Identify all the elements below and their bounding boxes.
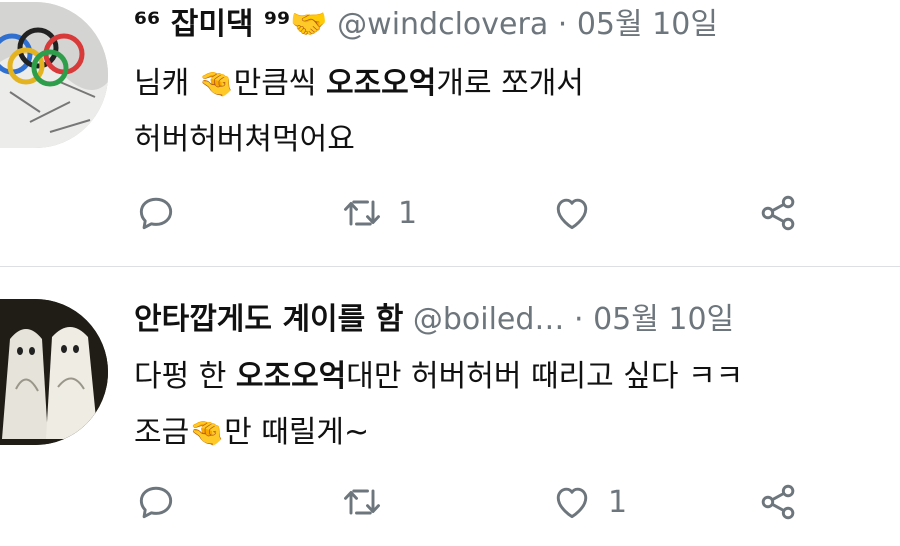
text-segment: 다펑 한 [134,359,236,394]
avatar[interactable] [0,2,108,148]
like-count: 1 [608,484,628,520]
share-icon [761,484,795,520]
text-segment: 만큼씩 [233,66,326,101]
share-button[interactable] [756,185,800,241]
text-segment: 님캐 [134,66,199,101]
retweet-count: 1 [398,195,418,231]
reply-button[interactable] [134,474,178,530]
like-icon [556,487,588,519]
tweet[interactable]: 안타깝게도 계이를 함 @boiled… · 05월 10일 다펑 한 오조오억… [0,267,900,546]
tweet-text-line: 님캐 🤏만큼씩 오조오억개로 쪼개서 [134,56,584,112]
tweet-text: 님캐 🤏만큼씩 오조오억개로 쪼개서 허버허버쳐먹어요 [134,56,584,168]
tweet-text-line: 허버허버쳐먹어요 [134,122,355,157]
display-name[interactable]: 안타깝게도 계이를 함 [134,302,403,337]
retweet-button[interactable] [340,474,398,530]
user-handle[interactable]: @boiled… [413,302,565,337]
display-name[interactable]: ⁶⁶ 잡미댁 ⁹⁹ [134,7,290,42]
tweet-header: 안타깝게도 계이를 함 @boiled… · 05월 10일 [134,300,734,340]
like-button[interactable] [550,185,608,241]
bold-text: 오조오억 [325,66,437,101]
tweet-date[interactable]: 05월 10일 [593,302,734,337]
tweet-actions: 1 [134,185,834,241]
reply-icon [139,197,173,230]
avatar-image [0,299,108,445]
retweet-icon [344,489,380,515]
avatar[interactable] [0,299,108,445]
tweet-date[interactable]: 05월 10일 [577,7,718,42]
tweet-text: 다펑 한 오조오억대만 허버허버 때리고 싶다 ㅋㅋ 조금🤏만 때릴게~ [134,349,743,461]
text-segment: 만 때릴게~ [224,415,370,450]
text-segment: 조금 [134,415,190,450]
tweet-actions: 1 [134,474,834,530]
pinching-hand-emoji-icon: 🤏 [189,416,225,449]
reply-button[interactable] [134,185,178,241]
text-segment: 개로 쪼개서 [436,66,584,101]
handshake-emoji-icon: 🤝 [290,7,328,42]
pinching-hand-emoji-icon: 🤏 [198,67,234,100]
avatar-image [0,2,108,148]
retweet-icon [344,200,380,226]
separator-dot: · [573,302,584,337]
like-icon [556,198,588,230]
reply-icon [139,486,173,519]
like-button[interactable]: 1 [550,474,627,530]
bold-text: 오조오억 [235,359,347,394]
tweet-header: ⁶⁶ 잡미댁 ⁹⁹🤝 @windclovera · 05월 10일 [134,5,718,45]
share-button[interactable] [756,474,800,530]
tweet-text-line: 조금🤏만 때릴게~ [134,405,743,461]
tweet-text-line: 다펑 한 오조오억대만 허버허버 때리고 싶다 ㅋㅋ [134,349,743,405]
tweet[interactable]: ⁶⁶ 잡미댁 ⁹⁹🤝 @windclovera · 05월 10일 님캐 🤏만큼… [0,0,900,266]
text-segment: 대만 허버허버 때리고 싶다 ㅋㅋ [346,359,744,394]
separator-dot: · [557,7,568,42]
user-handle[interactable]: @windclovera [337,7,548,42]
retweet-button[interactable]: 1 [340,185,417,241]
share-icon [761,195,795,231]
